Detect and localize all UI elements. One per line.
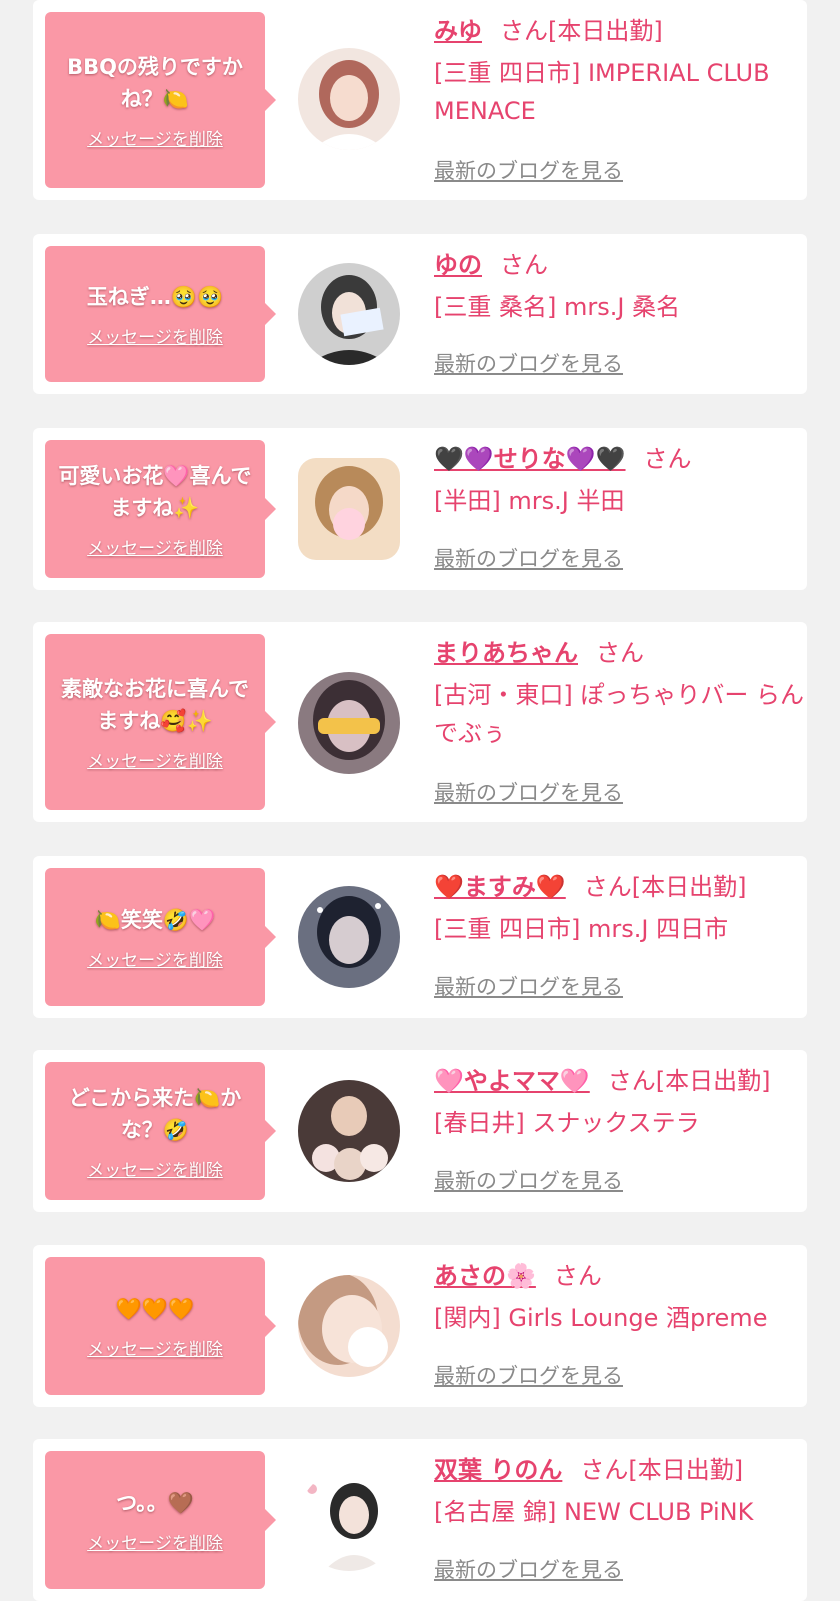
latest-blog-link[interactable]: 最新のブログを見る (434, 1165, 623, 1195)
delete-message-link[interactable]: メッセージを削除 (87, 534, 223, 559)
host-info: ❤️ますみ❤️ さん[本日出勤] [三重 四日市] mrs.J 四日市 (434, 870, 804, 948)
message-card: 玉ねぎ…🥹🥹 メッセージを削除 ゆの さん [三重 桑名] mrs.J 桑名 最新… (33, 234, 807, 394)
host-suffix: さん (596, 639, 644, 667)
woman-photo-icon (298, 48, 400, 150)
host-name-link[interactable]: あさの🌸 (434, 1262, 536, 1290)
host-info: まりあちゃん さん [古河・東口] ぽっちゃりバー らんでぶぅ (434, 636, 804, 752)
delete-message-link[interactable]: メッセージを削除 (87, 1156, 223, 1181)
delete-message-link[interactable]: メッセージを削除 (87, 323, 223, 348)
delete-message-link[interactable]: メッセージを削除 (87, 125, 223, 150)
host-info: 🩷やよママ🩷 さん[本日出勤] [春日井] スナックステラ (434, 1064, 804, 1142)
host-suffix: さん (500, 251, 548, 279)
host-info: あさの🌸 さん [関内] Girls Lounge 酒preme (434, 1259, 804, 1337)
delete-message-link[interactable]: メッセージを削除 (87, 946, 223, 971)
avatar[interactable] (298, 1080, 400, 1182)
avatar[interactable] (298, 48, 400, 150)
message-card: つ。。🤎 メッセージを削除 双葉 りのん さん[本日出勤] [名古屋 錦] NEW… (33, 1439, 807, 1601)
host-name-link[interactable]: ❤️ますみ❤️ (434, 873, 566, 901)
message-bubble: 可愛いお花🩷喜んでますね✨ メッセージを削除 (45, 440, 276, 578)
woman-photo-icon (298, 672, 400, 774)
latest-blog-link[interactable]: 最新のブログを見る (434, 155, 623, 185)
woman-photo-icon (298, 886, 400, 988)
host-info: みゆ さん[本日出勤] [三重 四日市] IMPERIAL CLUB MENACE (434, 14, 804, 130)
message-bubble: 🍋笑笑🤣🩷 メッセージを削除 (45, 868, 276, 1006)
host-suffix: さん (643, 445, 692, 473)
host-name-link[interactable]: 双葉 りのん (434, 1456, 562, 1484)
message-card: どこから来た🍋かな？🤣 メッセージを削除 🩷やよママ🩷 さん[本日出勤] [春日井… (33, 1050, 807, 1212)
message-card: 素敵なお花に喜んでますね🥰✨ メッセージを削除 まりあちゃん さん [古河・東口]… (33, 622, 807, 822)
host-info: 🖤💜せりな💜🖤 さん [半田] mrs.J 半田 (434, 442, 804, 520)
woman-photo-icon (298, 458, 400, 560)
message-text: 玉ねぎ…🥹🥹 (86, 284, 224, 309)
latest-blog-link[interactable]: 最新のブログを見る (434, 543, 623, 573)
latest-blog-link[interactable]: 最新のブログを見る (434, 777, 623, 807)
message-text: 🍋笑笑🤣🩷 (94, 907, 216, 932)
avatar[interactable] (298, 263, 400, 365)
message-card: BBQの残りですかね？🍋 メッセージを削除 みゆ さん[本日出勤] [三重 四日市… (33, 0, 807, 200)
host-suffix: さん[本日出勤] (500, 17, 663, 45)
latest-blog-link[interactable]: 最新のブログを見る (434, 1554, 623, 1584)
latest-blog-link[interactable]: 最新のブログを見る (434, 971, 623, 1001)
avatar[interactable] (298, 672, 400, 774)
shop-label: [名古屋 錦] NEW CLUB PiNK (434, 1498, 754, 1526)
shop-label: [関内] Girls Lounge 酒preme (434, 1304, 768, 1332)
host-name-link[interactable]: 🩷やよママ🩷 (434, 1067, 590, 1095)
host-name-link[interactable]: みゆ (434, 17, 482, 45)
message-text: つ。。🤎 (116, 1490, 194, 1515)
message-bubble: 玉ねぎ…🥹🥹 メッセージを削除 (45, 246, 276, 382)
host-suffix: さん[本日出勤] (583, 873, 747, 901)
host-name-link[interactable]: 🖤💜せりな💜🖤 (434, 445, 626, 473)
message-text: 可愛いお花🩷喜んでますね✨ (58, 463, 252, 520)
message-bubble: 🧡🧡🧡 メッセージを削除 (45, 1257, 276, 1395)
message-card: 🍋笑笑🤣🩷 メッセージを削除 ❤️ますみ❤️ さん[本日出勤] [三重 四日市] … (33, 856, 807, 1018)
woman-photo-icon (298, 263, 400, 365)
host-name-link[interactable]: ゆの (434, 251, 482, 279)
host-suffix: さん (553, 1262, 602, 1290)
message-text: 素敵なお花に喜んでますね🥰✨ (61, 676, 249, 733)
avatar[interactable] (298, 1275, 400, 1377)
avatar[interactable] (298, 458, 400, 560)
message-bubble: 素敵なお花に喜んでますね🥰✨ メッセージを削除 (45, 634, 276, 810)
shop-label: [三重 桑名] mrs.J 桑名 (434, 293, 681, 321)
message-card: 可愛いお花🩷喜んでますね✨ メッセージを削除 🖤💜せりな💜🖤 さん [半田] mr… (33, 428, 807, 590)
latest-blog-link[interactable]: 最新のブログを見る (434, 1360, 623, 1390)
message-text: 🧡🧡🧡 (115, 1296, 195, 1321)
shop-label: [三重 四日市] IMPERIAL CLUB MENACE (434, 59, 770, 125)
message-text: どこから来た🍋かな？🤣 (68, 1085, 242, 1142)
host-info: 双葉 りのん さん[本日出勤] [名古屋 錦] NEW CLUB PiNK (434, 1453, 804, 1531)
delete-message-link[interactable]: メッセージを削除 (87, 1529, 223, 1554)
host-name-link[interactable]: まりあちゃん (434, 639, 578, 667)
host-suffix: さん[本日出勤] (580, 1456, 744, 1484)
message-bubble: どこから来た🍋かな？🤣 メッセージを削除 (45, 1062, 276, 1200)
woman-photo-icon (298, 1469, 400, 1571)
shop-label: [半田] mrs.J 半田 (434, 487, 625, 515)
avatar[interactable] (298, 886, 400, 988)
latest-blog-link[interactable]: 最新のブログを見る (434, 348, 623, 378)
woman-photo-icon (298, 1275, 400, 1377)
delete-message-link[interactable]: メッセージを削除 (87, 1335, 223, 1360)
message-bubble: BBQの残りですかね？🍋 メッセージを削除 (45, 12, 276, 188)
message-card: 🧡🧡🧡 メッセージを削除 あさの🌸 さん [関内] Girls Lounge 酒p… (33, 1245, 807, 1407)
host-suffix: さん[本日出勤] (607, 1067, 771, 1095)
shop-label: [三重 四日市] mrs.J 四日市 (434, 915, 729, 943)
shop-label: [古河・東口] ぽっちゃりバー らんでぶぅ (434, 681, 804, 747)
message-text: BBQの残りですかね？🍋 (67, 54, 243, 111)
woman-photo-icon (298, 1080, 400, 1182)
host-info: ゆの さん [三重 桑名] mrs.J 桑名 (434, 248, 804, 326)
avatar[interactable] (298, 1469, 400, 1571)
shop-label: [春日井] スナックステラ (434, 1109, 700, 1137)
message-bubble: つ。。🤎 メッセージを削除 (45, 1451, 276, 1589)
delete-message-link[interactable]: メッセージを削除 (87, 747, 223, 772)
